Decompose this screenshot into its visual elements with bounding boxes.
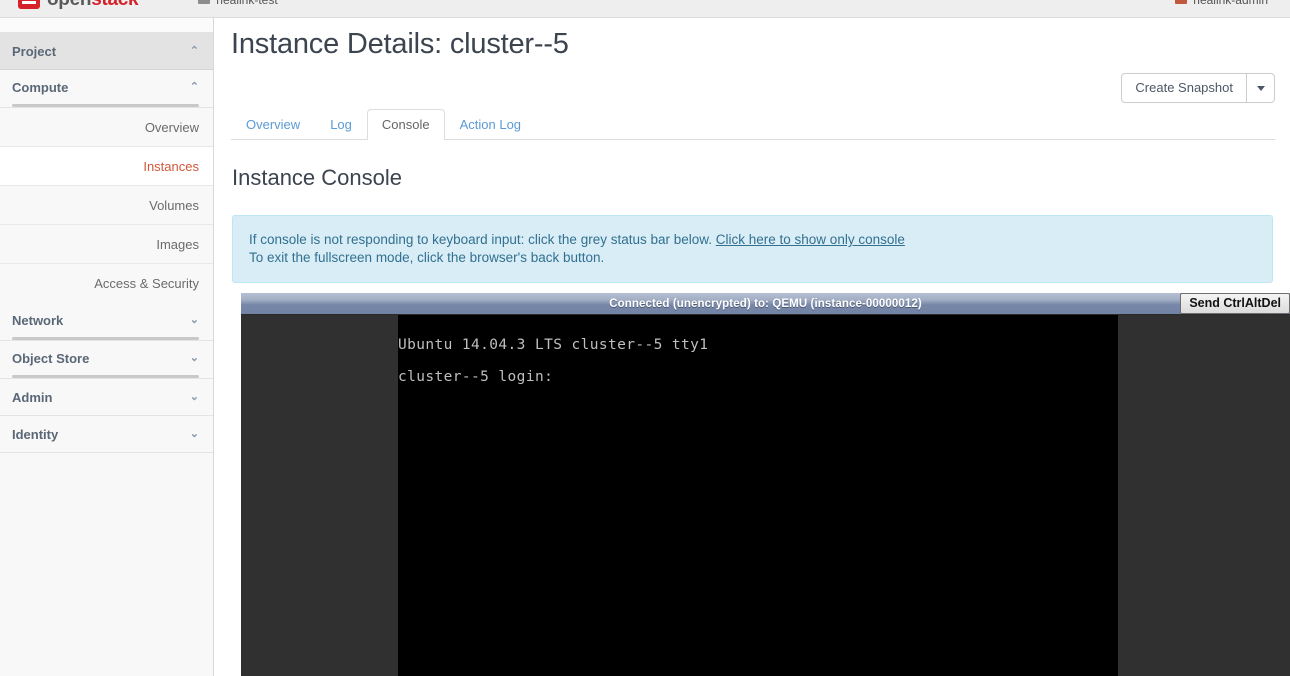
tab-overview[interactable]: Overview — [231, 109, 315, 140]
console-status-bar[interactable]: Connected (unencrypted) to: QEMU (instan… — [241, 293, 1290, 315]
brand-stack: stack — [91, 0, 138, 10]
sidebar-item-volumes[interactable]: Volumes — [0, 186, 213, 225]
show-only-console-link[interactable]: Click here to show only console — [716, 232, 905, 247]
sidebar-subgroup-compute-label: Compute — [12, 79, 69, 95]
send-ctrl-alt-del-button[interactable]: Send CtrlAltDel — [1180, 293, 1290, 314]
sidebar-item-instances[interactable]: Instances — [0, 147, 213, 186]
sidebar-subgroup-compute-header[interactable]: Compute ⌃ — [0, 70, 213, 104]
console-screen[interactable]: Ubuntu 14.04.3 LTS cluster--5 tty1 clust… — [241, 315, 1290, 676]
page-title: Instance Details: cluster--5 — [231, 28, 569, 60]
console-info-alert: If console is not responding to keyboard… — [232, 215, 1273, 283]
sidebar-item-access-and-security[interactable]: Access & Security — [0, 264, 213, 303]
console-terminal-line-1: Ubuntu 14.04.3 LTS cluster--5 tty1 — [398, 337, 709, 353]
brand-open: open — [47, 0, 91, 10]
chevron-down-icon: ⌄ — [189, 428, 199, 440]
sidebar-subgroup-compute: Compute ⌃ — [0, 70, 213, 108]
instance-console: Connected (unencrypted) to: QEMU (instan… — [241, 293, 1290, 676]
sidebar-item-images[interactable]: Images — [0, 225, 213, 264]
create-snapshot-button-group: Create Snapshot — [1121, 73, 1275, 103]
caret-down-icon — [1256, 85, 1265, 91]
create-snapshot-dropdown-toggle[interactable] — [1247, 73, 1275, 103]
tab-console[interactable]: Console — [366, 109, 445, 140]
tab-log[interactable]: Log — [315, 109, 367, 140]
sidebar-divider — [12, 375, 199, 378]
alert-line-2: To exit the fullscreen mode, click the b… — [249, 250, 605, 265]
sidebar-group-project[interactable]: Project ⌃ — [0, 33, 213, 70]
user-label: nealink-admin — [1193, 0, 1268, 7]
openstack-logo[interactable]: openstack — [18, 0, 139, 18]
main-content: Instance Details: cluster--5 Create Snap… — [215, 18, 1290, 676]
sidebar-group-admin-label: Admin — [12, 390, 53, 405]
chevron-down-icon: ⌄ — [189, 351, 199, 364]
sidebar-group-project-label: Project — [12, 44, 57, 59]
console-terminal[interactable]: Ubuntu 14.04.3 LTS cluster--5 tty1 clust… — [398, 315, 1118, 676]
alert-line-1: If console is not responding to keyboard… — [249, 231, 1256, 249]
sidebar-subgroup-object-store-label: Object Store — [12, 350, 90, 366]
tab-action-log[interactable]: Action Log — [445, 109, 536, 140]
chevron-down-icon: ⌄ — [189, 391, 199, 403]
page-header: Instance Details: cluster--5 Create Snap… — [215, 18, 1290, 110]
instance-detail-tabs: Overview Log Console Action Log — [231, 109, 1275, 140]
sidebar-subgroup-object-store-header[interactable]: Object Store ⌄ — [0, 341, 213, 375]
chevron-down-icon: ⌄ — [189, 313, 199, 326]
chevron-up-icon: ⌃ — [189, 45, 199, 57]
console-status-text: Connected (unencrypted) to: QEMU (instan… — [609, 297, 922, 310]
sidebar-divider — [12, 104, 199, 107]
openstack-mark-icon — [18, 0, 40, 9]
sidebar-group-identity-label: Identity — [12, 427, 59, 442]
sidebar-item-label: Images — [156, 236, 199, 252]
sidebar-item-label: Volumes — [149, 197, 199, 213]
sidebar-item-label: Instances — [143, 158, 199, 174]
sidebar-group-admin[interactable]: Admin ⌄ — [0, 379, 213, 416]
alert-line-1-text: If console is not responding to keyboard… — [249, 232, 716, 247]
project-selector[interactable]: nealink-test — [198, 0, 278, 7]
console-terminal-line-2: cluster--5 login: — [398, 369, 554, 385]
project-label: nealink-test — [216, 0, 277, 7]
sidebar-group-identity[interactable]: Identity ⌄ — [0, 416, 213, 453]
sidebar-subgroup-network: Network ⌄ — [0, 303, 213, 341]
user-menu[interactable]: nealink-admin — [1175, 0, 1268, 7]
top-navbar: openstack nealink-test nealink-admin — [0, 0, 1290, 18]
section-title: Instance Console — [232, 165, 402, 190]
sidebar-subgroup-network-header[interactable]: Network ⌄ — [0, 303, 213, 337]
project-icon — [198, 0, 211, 4]
sidebar-divider — [12, 337, 199, 340]
sidebar-item-label: Overview — [144, 119, 199, 135]
sidebar-subgroup-object-store: Object Store ⌄ — [0, 341, 213, 379]
create-snapshot-button[interactable]: Create Snapshot — [1121, 73, 1247, 103]
brand-text: openstack — [47, 0, 139, 11]
user-icon — [1175, 0, 1188, 4]
sidebar: Project ⌃ Compute ⌃ Overview Instances V… — [0, 18, 214, 676]
sidebar-top-gap — [0, 18, 213, 33]
sidebar-item-label: Access & Security — [94, 276, 199, 291]
sidebar-subgroup-network-label: Network — [12, 312, 64, 328]
sidebar-item-overview[interactable]: Overview — [0, 108, 213, 147]
chevron-up-icon: ⌃ — [189, 80, 199, 93]
